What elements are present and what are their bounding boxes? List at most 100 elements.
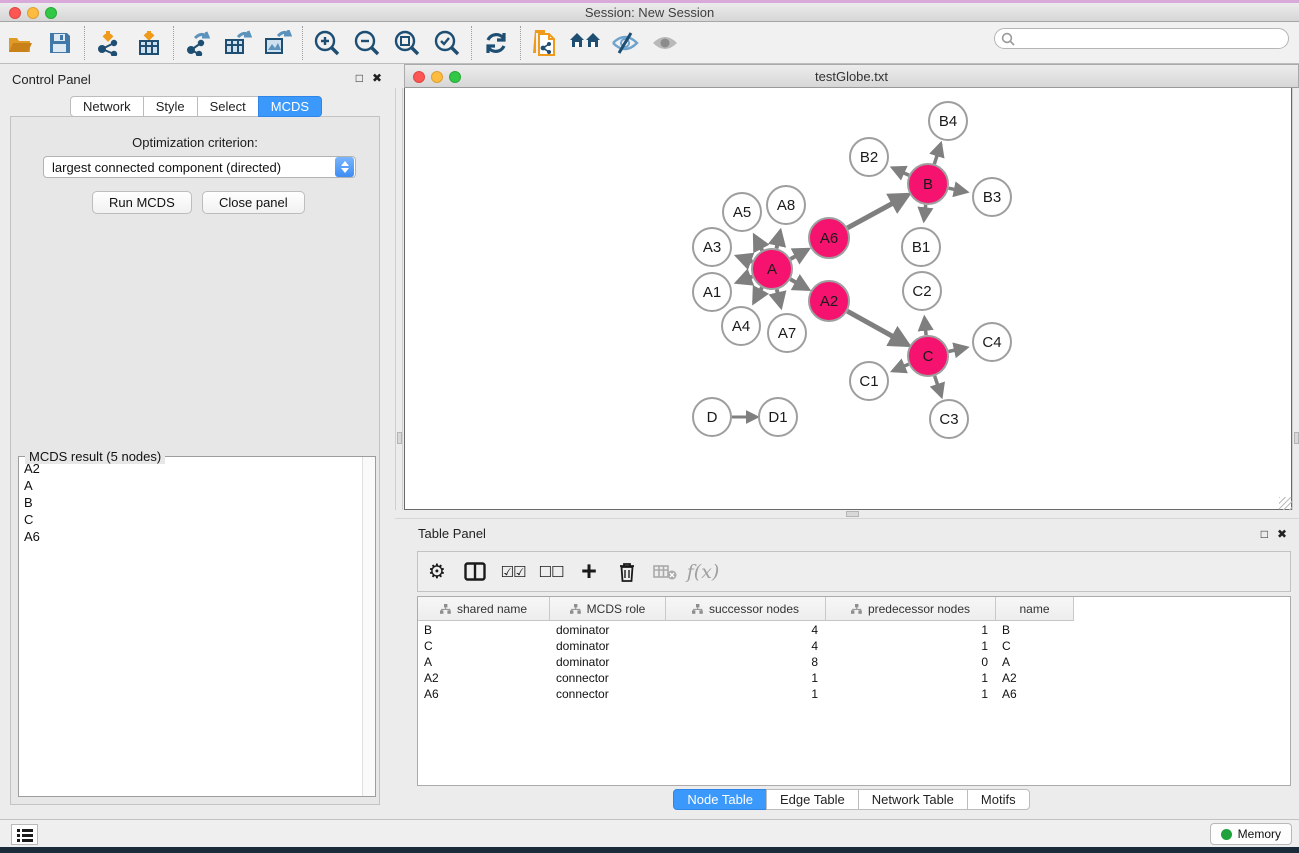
zoom-window-button[interactable] bbox=[45, 7, 57, 19]
close-panel-icon[interactable]: ✖ bbox=[1277, 527, 1287, 541]
criterion-value: largest connected component (directed) bbox=[44, 160, 335, 175]
edge-A-A2[interactable] bbox=[790, 279, 808, 289]
tab-edge-table[interactable]: Edge Table bbox=[766, 789, 859, 810]
hide-view-button[interactable] bbox=[605, 25, 645, 61]
zoom-in-button[interactable] bbox=[307, 25, 347, 61]
resize-grip-icon[interactable] bbox=[1279, 497, 1292, 510]
left-splitter[interactable] bbox=[395, 88, 403, 510]
edge-C-C2[interactable] bbox=[924, 318, 926, 335]
zoom-out-icon bbox=[353, 29, 381, 57]
zoom-selected-button[interactable] bbox=[427, 25, 467, 61]
zoom-out-button[interactable] bbox=[347, 25, 387, 61]
edge-A-A4[interactable] bbox=[754, 287, 762, 302]
network-close-button[interactable] bbox=[413, 71, 425, 83]
edge-A2-C[interactable] bbox=[847, 311, 908, 345]
import-network-button[interactable] bbox=[89, 25, 129, 61]
close-panel-button[interactable]: Close panel bbox=[202, 191, 305, 214]
eye-slash-icon bbox=[610, 31, 640, 55]
create-column-button[interactable]: + bbox=[570, 555, 608, 589]
open-session-button[interactable] bbox=[0, 25, 40, 61]
export-image-button[interactable] bbox=[258, 25, 298, 61]
splitter-thumb[interactable] bbox=[1294, 432, 1299, 444]
edge-B-B3[interactable] bbox=[949, 188, 967, 192]
run-mcds-button[interactable]: Run MCDS bbox=[92, 191, 192, 214]
memory-button[interactable]: Memory bbox=[1210, 823, 1292, 845]
table-row[interactable]: Bdominator41B bbox=[418, 622, 1290, 638]
edge-A6-B[interactable] bbox=[847, 195, 907, 228]
tab-select[interactable]: Select bbox=[197, 96, 259, 117]
criterion-dropdown[interactable]: largest connected component (directed) bbox=[43, 156, 356, 178]
table-settings-button[interactable]: ⚙ bbox=[418, 555, 456, 589]
show-view-button[interactable] bbox=[645, 25, 685, 61]
result-item[interactable]: C bbox=[19, 511, 363, 528]
table-row[interactable]: Adominator80A bbox=[418, 654, 1290, 670]
memory-label: Memory bbox=[1238, 827, 1281, 841]
search-input[interactable] bbox=[994, 28, 1289, 49]
save-session-button[interactable] bbox=[40, 25, 80, 61]
select-all-button[interactable]: ☑☑ bbox=[494, 555, 532, 589]
column-header-successor-nodes[interactable]: successor nodes bbox=[666, 597, 826, 621]
edge-B-B4[interactable] bbox=[934, 144, 940, 164]
refresh-button[interactable] bbox=[476, 25, 516, 61]
import-table-button[interactable] bbox=[129, 25, 169, 61]
zoom-fit-button[interactable] bbox=[387, 25, 427, 61]
export-table-button[interactable] bbox=[218, 25, 258, 61]
column-header-shared-name[interactable]: shared name bbox=[418, 597, 550, 621]
minimize-window-button[interactable] bbox=[27, 7, 39, 19]
edge-B-B1[interactable] bbox=[924, 205, 926, 220]
close-window-button[interactable] bbox=[9, 7, 21, 19]
edge-A-A1[interactable] bbox=[737, 277, 752, 283]
column-header-MCDS-role[interactable]: MCDS role bbox=[550, 597, 666, 621]
network-zoom-button[interactable] bbox=[449, 71, 461, 83]
table-row[interactable]: Cdominator41C bbox=[418, 638, 1290, 654]
export-image-icon bbox=[264, 30, 292, 56]
edge-A-A5[interactable] bbox=[755, 236, 763, 251]
right-splitter[interactable] bbox=[1292, 88, 1299, 510]
tab-mcds[interactable]: MCDS bbox=[258, 96, 322, 117]
deselect-all-button[interactable]: ☐☐ bbox=[532, 555, 570, 589]
table-panel-mode-button[interactable] bbox=[456, 555, 494, 589]
task-history-button[interactable] bbox=[11, 824, 38, 845]
table-toolbar: ⚙ ☑☑ ☐☐ + f(x) bbox=[417, 551, 1291, 592]
tab-network-table[interactable]: Network Table bbox=[858, 789, 968, 810]
tab-network[interactable]: Network bbox=[70, 96, 144, 117]
new-network-from-selection-button[interactable] bbox=[525, 25, 565, 61]
result-item[interactable]: A bbox=[19, 477, 363, 494]
delete-column-button[interactable] bbox=[608, 555, 646, 589]
import-table-icon bbox=[136, 30, 162, 56]
result-scrollbar[interactable] bbox=[362, 457, 375, 796]
edge-C-C3[interactable] bbox=[935, 376, 942, 396]
show-all-views-button[interactable] bbox=[565, 25, 605, 61]
splitter-thumb[interactable] bbox=[846, 511, 859, 517]
network-canvas[interactable]: AA1A2A3A4A5A6A7A8BB1B2B3B4CC1C2C3C4DD1 bbox=[404, 88, 1292, 510]
toolbar-separator bbox=[302, 26, 303, 60]
column-header-name[interactable]: name bbox=[996, 597, 1074, 621]
edge-A-A7[interactable] bbox=[777, 289, 781, 306]
float-panel-icon[interactable]: □ bbox=[356, 71, 363, 85]
session-title: Session: New Session bbox=[585, 5, 714, 20]
cell-predecessor-nodes: 0 bbox=[826, 654, 996, 670]
edge-A-A8[interactable] bbox=[776, 231, 780, 248]
table-row[interactable]: A6connector11A6 bbox=[418, 686, 1290, 702]
result-item[interactable]: A6 bbox=[19, 528, 363, 545]
cell-name: B bbox=[996, 622, 1074, 638]
horizontal-splitter[interactable] bbox=[395, 510, 1299, 519]
result-item[interactable]: A2 bbox=[19, 460, 363, 477]
edge-A-A6[interactable] bbox=[790, 249, 807, 259]
network-minimize-button[interactable] bbox=[431, 71, 443, 83]
tab-style[interactable]: Style bbox=[143, 96, 198, 117]
column-header-predecessor-nodes[interactable]: predecessor nodes bbox=[826, 597, 996, 621]
export-network-button[interactable] bbox=[178, 25, 218, 61]
tab-motifs[interactable]: Motifs bbox=[967, 789, 1030, 810]
edge-C-C4[interactable] bbox=[949, 348, 967, 352]
close-panel-icon[interactable]: ✖ bbox=[372, 71, 382, 85]
result-item[interactable]: B bbox=[19, 494, 363, 511]
table-row[interactable]: A2connector11A2 bbox=[418, 670, 1290, 686]
edge-B-B2[interactable] bbox=[893, 168, 909, 175]
tab-node-table[interactable]: Node Table bbox=[673, 789, 767, 810]
edge-A-A3[interactable] bbox=[737, 256, 752, 261]
splitter-thumb[interactable] bbox=[397, 432, 402, 444]
edge-C-C1[interactable] bbox=[893, 364, 909, 371]
float-panel-icon[interactable]: □ bbox=[1261, 527, 1268, 541]
graph-node-label: A7 bbox=[778, 325, 796, 342]
